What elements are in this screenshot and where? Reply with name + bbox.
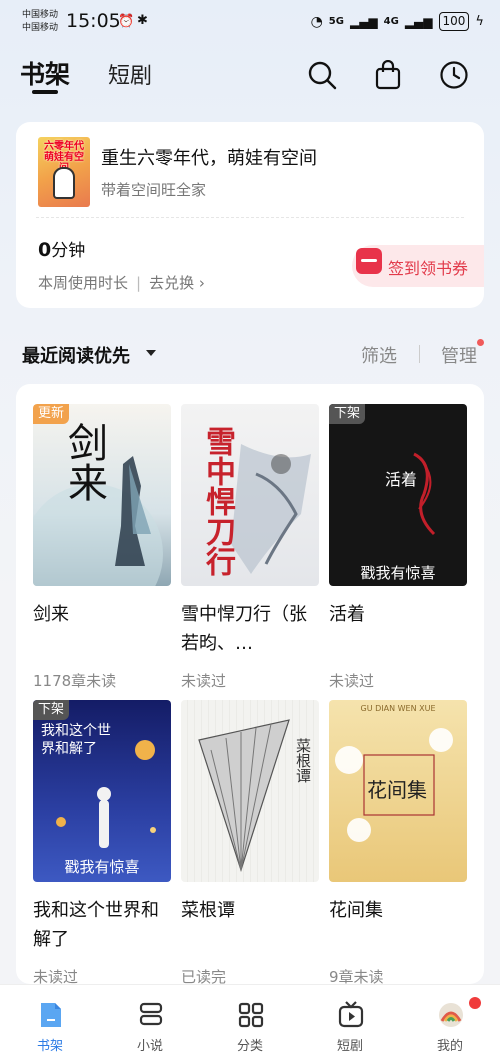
tab-category[interactable]: 分类 (200, 985, 300, 1064)
tab-label: 分类 (236, 1039, 263, 1054)
search-icon[interactable] (307, 60, 337, 90)
cover-caption: 戳我有惊喜 (360, 564, 436, 582)
cover-title: 剑来 (61, 422, 107, 502)
signal-4g: 4G (383, 16, 399, 27)
bookshelf-icon (41, 1003, 61, 1027)
cover-art (198, 719, 290, 872)
book-title[interactable]: 雪中悍刀行（张若昀、… (181, 600, 319, 658)
bottom-tab-bar: 书架 小说 分类 短剧 我的 (0, 984, 500, 1064)
profile-notification-dot (469, 997, 481, 1009)
delisted-badge: 下架 (33, 700, 70, 720)
tab-label: 小说 (136, 1039, 163, 1054)
charging-icon: ϟ (475, 14, 484, 29)
signal-bars-icon: ▂▄▆ (349, 14, 378, 29)
coupon-gift-icon (356, 248, 382, 274)
sort-bar: 最近阅读优先 筛选 管理 (0, 338, 500, 370)
signal-bars-icon: ▂▄▆ (404, 14, 433, 29)
book-title[interactable]: 菜根谭 (181, 896, 319, 925)
book-status: 未读过 (329, 672, 375, 690)
cover-caption: GU DIAN WEN XUE (360, 704, 436, 713)
carrier-1: 中国移动 (22, 10, 59, 20)
tab-profile[interactable]: 我的 (400, 985, 500, 1064)
minutes-value: 0 (38, 239, 52, 261)
bag-icon[interactable] (373, 59, 403, 90)
book-cover[interactable]: 我和这个世界和解了 戳我有惊喜 下架 (33, 700, 171, 882)
cover-title: 菜根谭 (294, 738, 312, 783)
book-cover[interactable]: GU DIAN WEN XUE 花间集 (329, 700, 467, 882)
divider (419, 345, 420, 363)
usage-label: 本周使用时长 (38, 274, 129, 292)
delisted-badge: 下架 (329, 404, 366, 424)
app-header: 书架 短剧 (0, 50, 500, 100)
battery-indicator: 100 (438, 12, 470, 31)
cover-art (413, 452, 436, 536)
tab-novel[interactable]: 小说 (100, 985, 200, 1064)
filter-button[interactable]: 筛选 (361, 342, 397, 368)
sort-dropdown[interactable]: 最近阅读优先 (22, 342, 130, 368)
category-icon (238, 1002, 264, 1028)
tab-bookshelf-bottom[interactable]: 书架 (0, 985, 100, 1064)
recent-book-title[interactable]: 重生六零年代，萌娃有空间 (101, 144, 317, 170)
cover-caption: 戳我有惊喜 (64, 858, 140, 876)
tab-label: 短剧 (336, 1039, 363, 1054)
clock-icon[interactable] (439, 60, 469, 90)
signal-5g: 5G (328, 16, 344, 27)
tab-label: 我的 (436, 1039, 463, 1054)
recent-reading-card[interactable]: 六零年代萌娃有空间 重生六零年代，萌娃有空间 带着空间旺全家 0分钟 本周使用时… (16, 122, 484, 308)
short-drama-icon (338, 1001, 364, 1028)
novel-icon (139, 1002, 163, 1026)
cover-title: 我和这个世界和解了 (41, 723, 111, 757)
recent-book-cover[interactable]: 六零年代萌娃有空间 (38, 137, 90, 207)
signin-coupon-button[interactable]: 签到领书券 (352, 245, 484, 287)
carrier-2: 中国移动 (22, 23, 59, 33)
active-tab-indicator (32, 90, 58, 94)
notification-dot (477, 339, 484, 346)
status-time: 15:05 (66, 10, 121, 32)
redeem-link[interactable]: 去兑换 › (149, 272, 205, 293)
status-bar: 中国移动 中国移动 15:05 ⏰ ✱ ◔ 5G ▂▄▆ 4G ▂▄▆ 100 … (0, 0, 500, 44)
book-cover[interactable]: 菜根谭 (181, 700, 319, 882)
tab-label: 书架 (36, 1039, 63, 1054)
bluetooth-icon: ✱ (137, 13, 148, 28)
usage-row: 本周使用时长 | 去兑换 › (38, 272, 205, 293)
signin-label: 签到领书券 (388, 259, 469, 278)
book-status: 未读过 (181, 672, 227, 690)
cover-title: 雪中悍刀行 (200, 426, 235, 576)
cover-title: 活着 (385, 470, 418, 489)
book-cover[interactable]: 剑来 更新 (33, 404, 171, 586)
book-title[interactable]: 我和这个世界和解了 (33, 896, 171, 954)
profile-icon (439, 1003, 463, 1027)
tab-bookshelf[interactable]: 书架 (20, 55, 70, 91)
minutes-unit: 分钟 (51, 241, 86, 261)
book-title[interactable]: 剑来 (33, 600, 171, 629)
wifi-icon: ◔ (310, 13, 323, 30)
alarm-icon: ⏰ (118, 14, 135, 29)
bookshelf-grid: 剑来 更新 剑来 1178章未读 雪中悍刀行 雪中悍刀行（张若昀、… 未读过 活… (16, 384, 484, 986)
separator: | (136, 273, 142, 292)
manage-button[interactable]: 管理 (441, 342, 477, 368)
book-title[interactable]: 花间集 (329, 896, 467, 925)
chevron-right-icon: › (198, 274, 205, 292)
cover-title: 花间集 (367, 778, 427, 802)
book-title[interactable]: 活着 (329, 600, 467, 629)
tab-short-drama-bottom[interactable]: 短剧 (300, 985, 400, 1064)
book-cover[interactable]: 雪中悍刀行 (181, 404, 319, 586)
divider (36, 217, 464, 218)
caret-down-icon[interactable] (146, 350, 156, 356)
book-cover[interactable]: 活着 戳我有惊喜 下架 (329, 404, 467, 586)
cover-illustration (53, 167, 75, 199)
recent-book-subtitle: 带着空间旺全家 (101, 181, 207, 199)
update-badge: 更新 (33, 404, 70, 424)
book-status: 1178章未读 (33, 672, 117, 690)
reading-minutes: 0分钟 (38, 236, 85, 261)
tab-short-drama[interactable]: 短剧 (108, 58, 152, 90)
